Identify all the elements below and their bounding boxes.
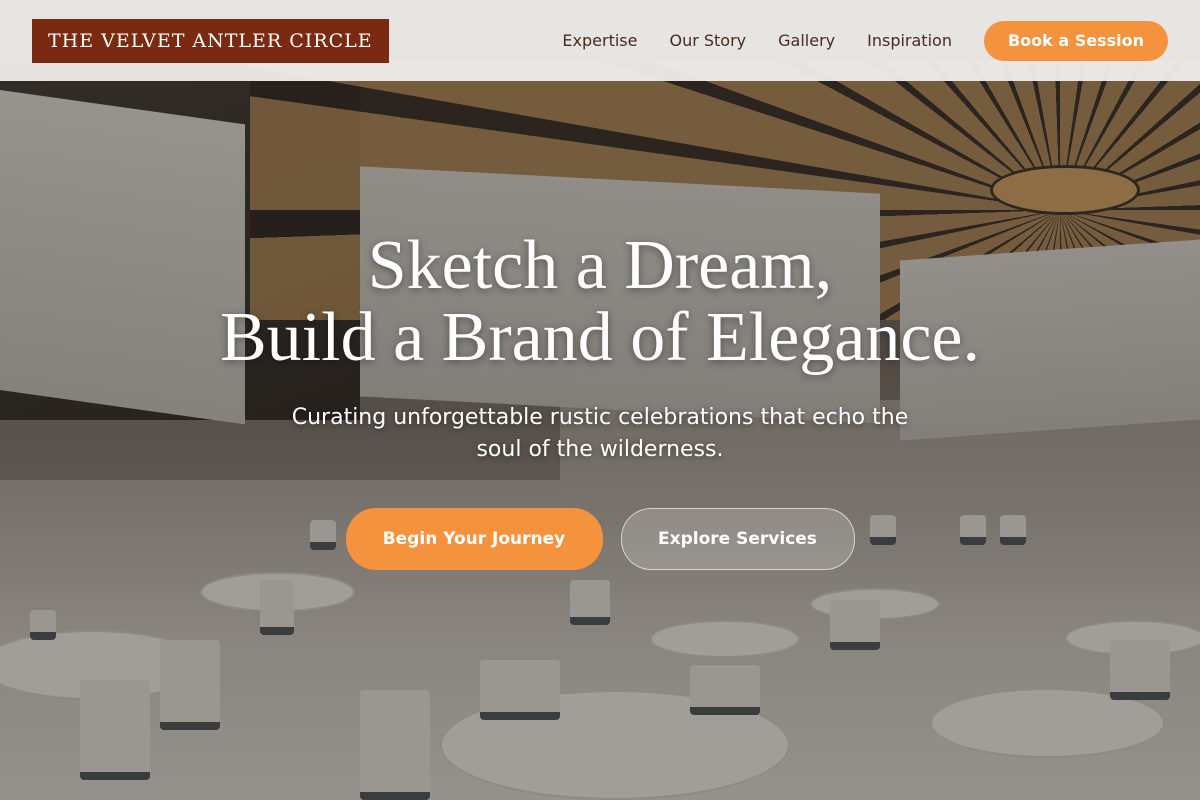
hero-subtitle: Curating unforgettable rustic celebratio… [291,405,909,462]
nav-link-gallery[interactable]: Gallery [778,31,835,50]
nav-link-our-story[interactable]: Our Story [669,31,746,50]
hero-title: Sketch a Dream, Build a Brand of Eleganc… [0,230,1200,374]
nav-link-inspiration[interactable]: Inspiration [867,31,952,50]
book-session-button[interactable]: Book a Session [983,20,1168,61]
main-nav: Expertise Our Story Gallery Inspiration … [530,20,1168,61]
explore-services-button[interactable]: Explore Services [620,508,855,570]
begin-journey-button[interactable]: Begin Your Journey [345,508,603,570]
hero-section: Sketch a Dream, Build a Brand of Eleganc… [0,230,1200,570]
hero-button-group: Begin Your Journey Explore Services [0,508,1200,570]
top-navbar: THE VELVET ANTLER CIRCLE Expertise Our S… [0,0,1200,81]
hero-title-line-1: Sketch a Dream, [367,227,833,304]
brand-logo[interactable]: THE VELVET ANTLER CIRCLE [32,18,389,63]
nav-link-expertise[interactable]: Expertise [562,31,637,50]
hero-title-line-2: Build a Brand of Elegance. [219,299,981,376]
